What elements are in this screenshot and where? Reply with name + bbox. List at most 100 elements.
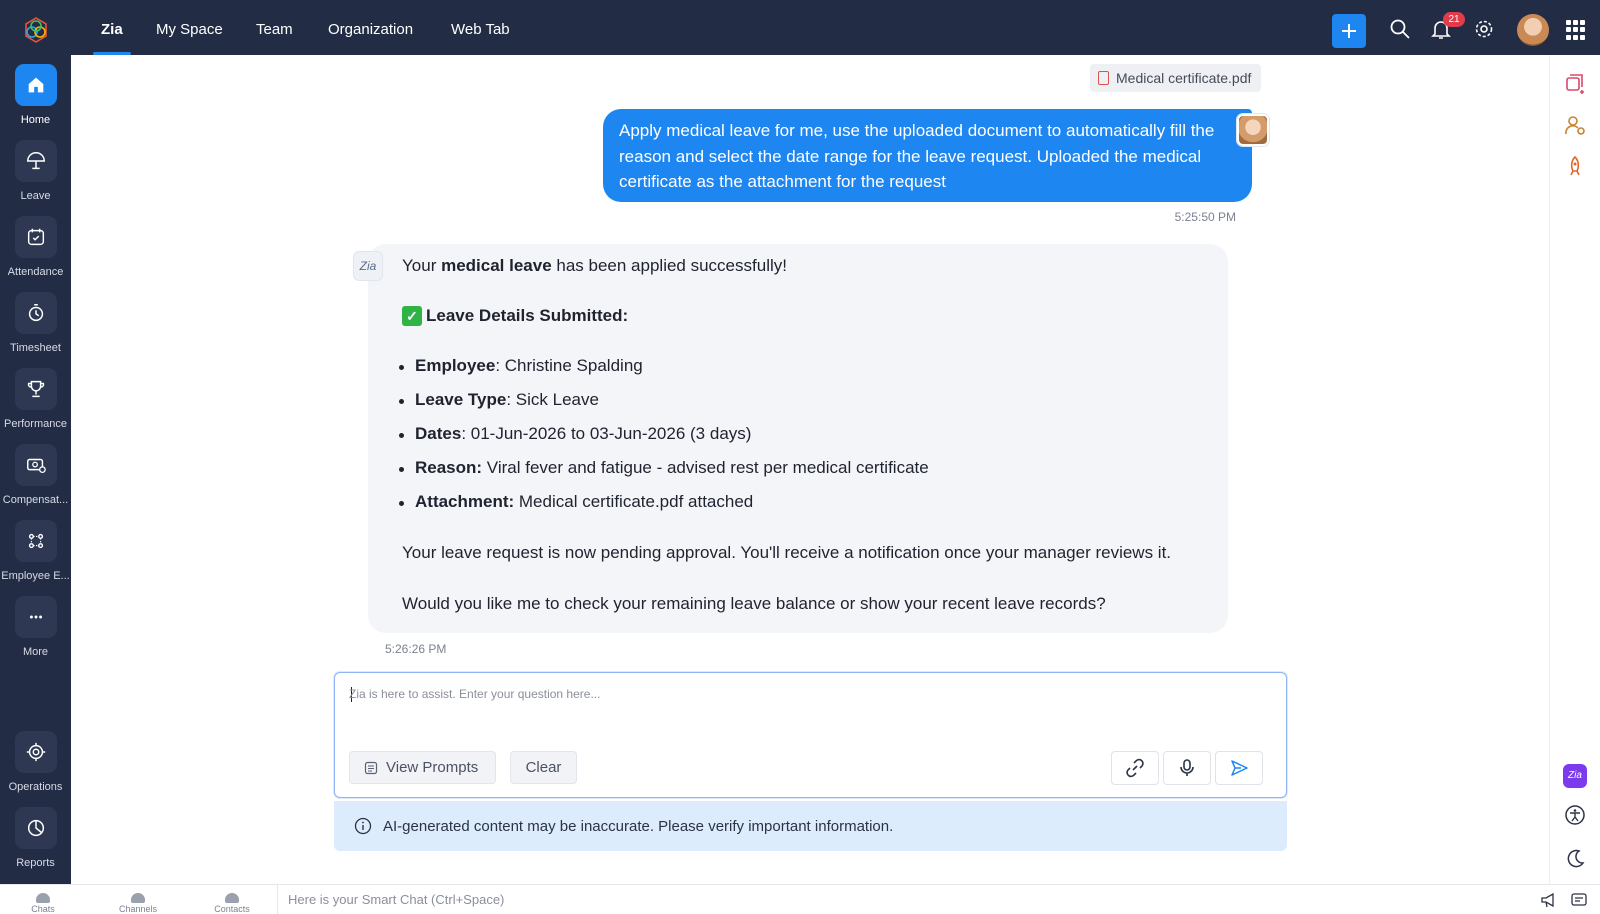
sidebar-item-label: More (22, 646, 49, 658)
detail-value: Viral fever and fatigue - advised rest p… (482, 458, 929, 477)
detail-value: : Sick Leave (506, 390, 599, 409)
bottom-item-label: Chats (31, 904, 55, 914)
follow-up-question-text: Would you like me to check your remainin… (402, 594, 1106, 613)
app-logo-icon[interactable] (22, 16, 50, 44)
user-message-time: 5:25:50 PM (1174, 210, 1236, 224)
sidebar-item-label: Attendance (7, 266, 64, 278)
pending-approval-text: Your leave request is now pending approv… (402, 543, 1172, 562)
detail-key: Dates (415, 424, 462, 443)
user-settings-icon[interactable] (1564, 114, 1586, 136)
user-avatar[interactable] (1517, 14, 1549, 46)
response-intro: Your medical leave has been applied succ… (402, 256, 787, 276)
check-mark-icon: ✓ (402, 306, 422, 326)
add-button[interactable] (1332, 14, 1366, 48)
detail-key: Employee (415, 356, 496, 375)
notification-count-badge: 21 (1443, 12, 1465, 27)
ai-disclaimer-banner: AI-generated content may be inaccurate. … (334, 801, 1287, 851)
sidebar-item-reports[interactable]: Reports (0, 807, 71, 877)
zia-icon[interactable]: Zia (1563, 764, 1587, 788)
intro-text-start: Your (402, 256, 442, 275)
engagement-icon (28, 533, 43, 549)
detail-value: Medical certificate.pdf attached (514, 492, 754, 511)
user-message-avatar (1237, 114, 1269, 146)
question-input[interactable] (349, 683, 1249, 705)
attachment-chip[interactable]: Medical certificate.pdf (1090, 64, 1262, 92)
bottom-item-contacts[interactable]: Contacts (197, 885, 267, 914)
bottom-item-chats[interactable]: Chats (8, 885, 78, 914)
view-prompts-button[interactable]: View Prompts (349, 751, 496, 784)
pie-chart-icon (27, 819, 44, 837)
detail-key: Reason: (415, 458, 483, 477)
operations-icon (26, 742, 45, 762)
sidebar-item-operations[interactable]: Operations (0, 731, 71, 801)
detail-value: : Christine Spalding (495, 356, 643, 375)
stopwatch-icon (28, 304, 43, 322)
smart-chat-input[interactable]: Here is your Smart Chat (Ctrl+Space) (277, 885, 504, 914)
prompts-list-icon (364, 761, 378, 774)
zia-avatar: Zia (353, 251, 383, 281)
add-request-icon[interactable] (1564, 72, 1586, 94)
tab-my-space[interactable]: My Space (156, 0, 223, 55)
detail-key: Leave Type (415, 390, 507, 409)
money-settings-icon (26, 458, 46, 473)
details-heading-text: Leave Details Submitted: (426, 306, 629, 325)
user-message-bubble: Apply medical leave for me, use the uplo… (603, 109, 1252, 202)
sidebar-item-attendance[interactable]: Attendance (0, 216, 71, 286)
sidebar-item-label: Home (20, 114, 51, 126)
view-prompts-label: View Prompts (386, 759, 479, 776)
link-icon (1126, 758, 1144, 778)
zia-response-time: 5:26:26 PM (385, 642, 447, 656)
sidebar-item-label: Timesheet (10, 342, 61, 354)
sidebar-item-label: Operations (8, 781, 63, 793)
sidebar-item-label: Compensat... (2, 494, 69, 506)
sidebar-item-leave[interactable]: Leave (0, 140, 71, 210)
gear-icon[interactable] (1473, 18, 1495, 40)
pdf-file-icon (1098, 71, 1109, 85)
calendar-check-icon (27, 228, 44, 246)
tab-organization[interactable]: Organization (328, 0, 413, 55)
chat-composer: View Prompts Clear (334, 672, 1287, 798)
send-button[interactable] (1215, 751, 1263, 785)
sidebar-item-label: Employee E... (1, 570, 70, 582)
detail-key: Attachment: (415, 492, 515, 511)
clear-button[interactable]: Clear (510, 751, 577, 784)
chat-window-icon[interactable] (1570, 891, 1588, 909)
dark-mode-icon[interactable] (1564, 848, 1586, 870)
disclaimer-text: AI-generated content may be inaccurate. … (383, 817, 894, 835)
sidebar-item-home[interactable]: Home (0, 64, 71, 134)
home-icon (28, 77, 43, 93)
contacts-icon (225, 893, 239, 903)
search-icon[interactable] (1389, 18, 1411, 40)
detail-item-attachment: Attachment: Medical certificate.pdf atta… (399, 492, 753, 512)
send-icon (1231, 760, 1248, 776)
sidebar-item-employee-engagement[interactable]: Employee E... (0, 520, 71, 590)
intro-text-end: has been applied successfully! (551, 256, 787, 275)
sidebar-item-label: Reports (16, 857, 55, 869)
bottom-item-label: Contacts (214, 904, 250, 914)
apps-grid-icon[interactable] (1566, 20, 1586, 40)
detail-item-leave-type: Leave Type: Sick Leave (399, 390, 599, 410)
accessibility-icon[interactable] (1564, 804, 1586, 826)
details-heading: ✓ Leave Details Submitted: (402, 306, 628, 326)
smart-chat-bar: Chats Channels Contacts Here is your Sma… (0, 884, 1600, 914)
tab-web-tab[interactable]: Web Tab (451, 0, 510, 55)
chat-bubble-icon (36, 893, 50, 903)
sidebar-item-performance[interactable]: Performance (0, 368, 71, 438)
sidebar-item-timesheet[interactable]: Timesheet (0, 292, 71, 362)
left-sidebar: Home Leave Attendance Timesheet Performa… (0, 0, 71, 884)
info-icon (354, 817, 372, 835)
bottom-item-channels[interactable]: Channels (103, 885, 173, 914)
right-rail: Zia (1549, 55, 1600, 884)
tab-zia[interactable]: Zia (93, 0, 131, 55)
sidebar-item-more[interactable]: More (0, 596, 71, 666)
umbrella-icon (26, 152, 45, 170)
attach-link-button[interactable] (1111, 751, 1159, 785)
tab-team[interactable]: Team (256, 0, 293, 55)
intro-text-bold: medical leave (441, 256, 552, 275)
megaphone-icon[interactable] (1540, 891, 1558, 909)
rocket-icon[interactable] (1564, 155, 1586, 177)
add-icon (1342, 24, 1356, 38)
more-dots-icon (29, 615, 42, 619)
sidebar-item-compensation[interactable]: Compensat... (0, 444, 71, 514)
voice-input-button[interactable] (1163, 751, 1211, 785)
